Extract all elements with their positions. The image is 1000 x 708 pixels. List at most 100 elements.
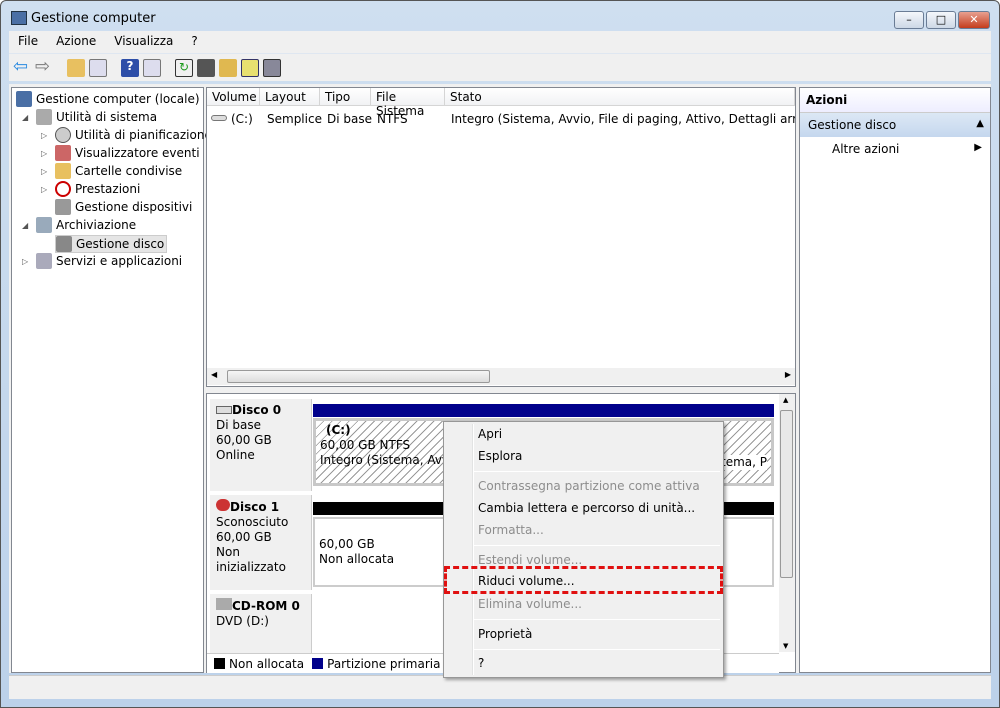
legend-swatch-primary: [312, 658, 324, 669]
cell-volume: (C:): [231, 112, 253, 126]
disk-error-icon: [216, 499, 230, 511]
menu-item-riduci-volume[interactable]: Riduci volume...: [478, 574, 575, 588]
actions-section-gestione-disco[interactable]: Gestione disco ▲: [800, 113, 990, 137]
scroll-right-icon[interactable]: ▶: [785, 370, 791, 379]
disk-1-label[interactable]: Disco 1 Sconosciuto 60,00 GB Non inizializ…: [210, 495, 312, 590]
column-file-sistema[interactable]: File Sistema: [371, 88, 445, 118]
close-button[interactable]: ✕: [958, 11, 990, 29]
menu-item-help[interactable]: ?: [478, 656, 484, 670]
cell-stato: Integro (Sistema, Avvio, File di paging,…: [451, 112, 795, 126]
menu-bar: File Azione Visualizza ?: [9, 31, 991, 53]
expand-arrow-icon[interactable]: ◢: [22, 113, 32, 122]
tree-item-eventi[interactable]: ▷ Visualizzatore eventi: [41, 145, 200, 161]
menu-item-proprieta[interactable]: Proprietà: [478, 627, 532, 641]
menu-item-estendi-volume: Estendi volume...: [478, 553, 583, 567]
expand-arrow-icon[interactable]: ◢: [22, 221, 32, 230]
menu-separator: [474, 545, 720, 546]
cell-tipo: Di base: [327, 112, 372, 126]
status-bar: [9, 675, 991, 699]
tree-item-dispositivi[interactable]: Gestione dispositivi: [55, 199, 192, 215]
collapsed-arrow-icon[interactable]: ▷: [41, 149, 51, 158]
storage-icon: [36, 217, 52, 233]
menu-separator: [474, 471, 720, 472]
altre-azioni[interactable]: Altre azioni ▶: [800, 137, 990, 161]
submenu-arrow-icon: ▶: [974, 142, 982, 153]
cdrom-icon: [216, 598, 232, 610]
help-icon[interactable]: ?: [121, 59, 139, 77]
refresh-icon[interactable]: ↻: [175, 59, 193, 77]
tree-item-utilita[interactable]: ◢ Utilità di sistema: [22, 109, 157, 125]
device-manager-icon: [55, 199, 71, 215]
column-volume[interactable]: Volume: [207, 88, 260, 106]
cdrom-0-label[interactable]: CD-ROM 0 DVD (D:): [210, 594, 312, 654]
menu-visualizza[interactable]: Visualizza: [105, 31, 182, 53]
show-hide-action-icon[interactable]: [143, 59, 161, 77]
menu-gutter: [472, 424, 474, 675]
back-icon[interactable]: ⇦: [13, 58, 31, 77]
column-stato[interactable]: Stato: [445, 88, 795, 106]
menu-item-contrassegna-attiva: Contrassegna partizione come attiva: [478, 479, 700, 493]
menu-item-elimina-volume: Elimina volume...: [478, 597, 582, 611]
forward-icon[interactable]: ⇨: [35, 58, 53, 77]
maximize-button[interactable]: □: [926, 11, 956, 29]
menu-separator: [474, 649, 720, 650]
toolbar: ⇦ ⇨ ? ↻: [9, 53, 991, 81]
menu-item-cambia-lettera[interactable]: Cambia lettera e percorso di unità...: [478, 501, 695, 515]
tree-item-root[interactable]: Gestione computer (locale): [16, 91, 200, 107]
disk-icon: [216, 406, 232, 414]
tree-item-pianificazione[interactable]: ▷ Utilità di pianificazione: [41, 127, 212, 143]
menu-separator: [474, 619, 720, 620]
horizontal-scrollbar[interactable]: ◀ ▶: [207, 368, 795, 385]
up-folder-icon[interactable]: [67, 59, 85, 77]
properties-icon[interactable]: [197, 59, 215, 77]
clock-icon: [55, 127, 71, 143]
actions-title: Azioni: [800, 88, 990, 113]
scroll-up-icon[interactable]: ▲: [783, 396, 788, 404]
show-hide-tree-icon[interactable]: [89, 59, 107, 77]
menu-help[interactable]: ?: [182, 31, 206, 53]
menu-azione[interactable]: Azione: [47, 31, 105, 53]
computer-management-icon: [11, 11, 27, 25]
collapse-icon[interactable]: ▲: [976, 118, 984, 129]
minimize-button[interactable]: –: [894, 11, 924, 29]
disk-0-label[interactable]: Disco 0 Di base 60,00 GB Online: [210, 399, 312, 491]
collapsed-arrow-icon[interactable]: ▷: [41, 185, 51, 194]
tree-item-archiviazione[interactable]: ◢ Archiviazione: [22, 217, 136, 233]
tools-icon: [36, 109, 52, 125]
volume-list: Volume Layout Tipo File Sistema Stato (C…: [206, 87, 796, 387]
partition-bar-primary: [313, 404, 774, 417]
menu-item-esplora[interactable]: Esplora: [478, 449, 522, 463]
collapsed-arrow-icon[interactable]: ▷: [41, 131, 51, 140]
scrollbar-thumb[interactable]: [227, 370, 490, 383]
scrollbar-thumb[interactable]: [780, 410, 793, 578]
window-title: Gestione computer: [31, 11, 156, 26]
shared-folder-icon: [55, 163, 71, 179]
cell-layout: Semplice: [267, 112, 322, 126]
disk-management-icon: [56, 236, 72, 252]
navigation-tree: Gestione computer (locale) ◢ Utilità di s…: [11, 87, 212, 673]
collapsed-arrow-icon[interactable]: ▷: [22, 257, 32, 266]
tree-item-gestione-disco[interactable]: Gestione disco: [55, 235, 168, 253]
settings-icon[interactable]: [263, 59, 281, 77]
actions-pane: Azioni Gestione disco ▲ Altre azioni ▶: [799, 87, 991, 673]
column-tipo[interactable]: Tipo: [320, 88, 371, 106]
column-layout[interactable]: Layout: [260, 88, 320, 106]
menu-file[interactable]: File: [9, 31, 47, 53]
open-folder-icon[interactable]: [219, 59, 237, 77]
tree-item-prestazioni[interactable]: ▷ Prestazioni: [41, 181, 140, 197]
services-icon: [36, 253, 52, 269]
scroll-left-icon[interactable]: ◀: [211, 370, 217, 379]
menu-item-apri[interactable]: Apri: [478, 427, 502, 441]
event-viewer-icon: [55, 145, 71, 161]
computer-icon: [16, 91, 32, 107]
menu-item-formatta: Formatta...: [478, 523, 544, 537]
collapsed-arrow-icon[interactable]: ▷: [41, 167, 51, 176]
drive-icon: [211, 115, 227, 121]
context-menu: Apri Esplora Contrassegna partizione com…: [443, 421, 724, 678]
cell-fs: NTFS: [377, 112, 408, 126]
tree-item-servizi[interactable]: ▷ Servizi e applicazioni: [22, 253, 182, 269]
vertical-scrollbar[interactable]: ▲ ▼: [779, 394, 795, 652]
scroll-down-icon[interactable]: ▼: [783, 642, 788, 650]
tree-item-cartelle[interactable]: ▷ Cartelle condivise: [41, 163, 182, 179]
search-icon[interactable]: [241, 59, 259, 77]
